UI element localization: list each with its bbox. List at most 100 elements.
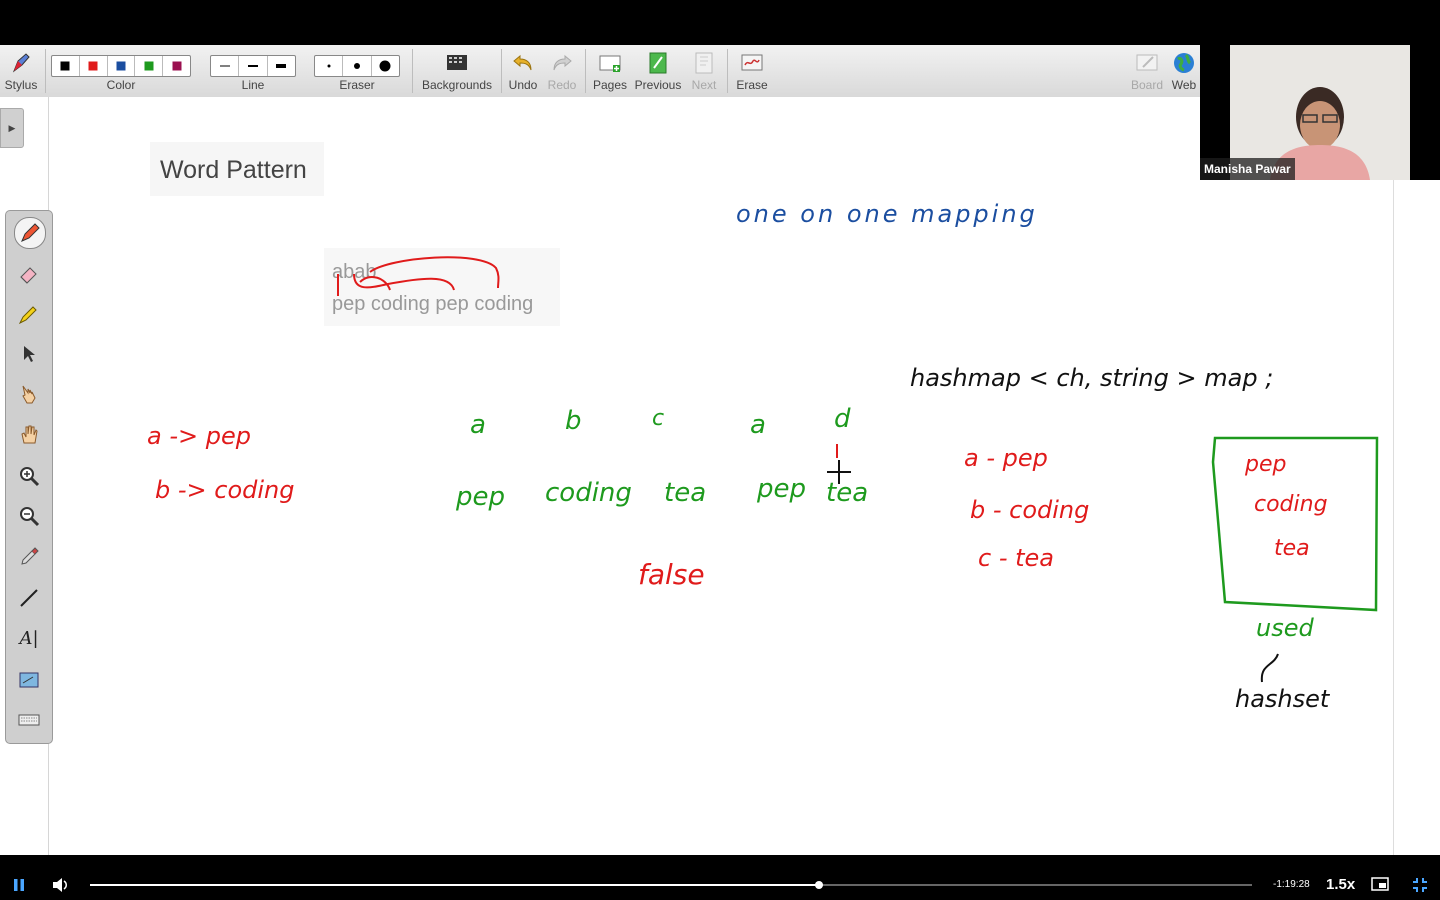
next-page-icon	[695, 52, 713, 74]
zoom-in-tool[interactable]	[14, 461, 44, 491]
pointer-hand-tool[interactable]	[14, 379, 44, 409]
line-tool[interactable]	[14, 583, 44, 613]
select-tool[interactable]	[14, 339, 44, 369]
highlighter-tool[interactable]	[14, 299, 44, 329]
color-picker[interactable]	[51, 55, 191, 77]
keyboard-icon	[18, 714, 40, 726]
previous-button[interactable]: Previous	[632, 45, 684, 97]
separator	[412, 49, 413, 93]
pan-hand-tool[interactable]	[14, 419, 44, 449]
redo-button[interactable]: Redo	[543, 45, 581, 97]
pattern-letter-2: b	[565, 406, 582, 436]
set-label-ink: used	[1256, 614, 1314, 642]
pen-icon	[21, 223, 40, 242]
board-label: Board	[1130, 78, 1164, 92]
mapping-note-ink: one on one mapping	[736, 200, 1038, 228]
eraser-size-picker[interactable]	[314, 55, 400, 77]
color-blue[interactable]	[108, 56, 136, 76]
set-type-arrow-ink	[1260, 653, 1279, 683]
pointing-hand-icon	[22, 385, 36, 404]
color-red[interactable]	[80, 56, 108, 76]
pages-label: Pages	[592, 78, 628, 92]
set-item-3: tea	[1274, 536, 1310, 561]
highlighter-icon	[18, 306, 37, 325]
pages-button[interactable]: Pages	[590, 45, 630, 97]
right-margin	[1393, 180, 1440, 855]
playback-speed-button[interactable]: 1.5x	[1326, 876, 1355, 893]
map-declaration-ink: hashmap < ch, string > map ;	[910, 364, 1274, 392]
eraser-small[interactable]	[315, 56, 344, 76]
set-type-ink: hashset	[1235, 685, 1330, 713]
redo-icon	[553, 54, 572, 71]
pattern-letter-5: d	[834, 404, 851, 434]
set-item-1: pep	[1245, 452, 1287, 477]
pause-button[interactable]	[12, 878, 26, 897]
backgrounds-icon	[447, 55, 467, 70]
pages-icon	[599, 55, 621, 72]
eraser-large[interactable]	[372, 56, 399, 76]
right-map-c-ink: c - tea	[978, 544, 1054, 572]
zoom-out-tool[interactable]	[14, 501, 44, 531]
color-black[interactable]	[52, 56, 80, 76]
separator	[585, 49, 586, 93]
volume-button[interactable]	[52, 877, 70, 898]
undo-button[interactable]: Undo	[504, 45, 542, 97]
undo-label: Undo	[508, 78, 538, 92]
keyboard-tool[interactable]	[14, 705, 44, 735]
time-remaining: -1:19:28	[1273, 879, 1310, 890]
picture-in-picture-button[interactable]	[1371, 877, 1389, 896]
progress-scrubber[interactable]	[815, 881, 823, 889]
pattern-word-1: pep	[456, 482, 506, 512]
exit-fullscreen-icon	[1413, 878, 1427, 892]
erase-button[interactable]: Erase	[732, 45, 772, 97]
stylus-button[interactable]: Stylus	[0, 45, 42, 97]
set-item-2: coding	[1254, 492, 1328, 517]
pattern-letter-3: c	[652, 406, 665, 431]
previous-label: Previous	[634, 78, 682, 92]
speaker-icon	[53, 878, 67, 892]
left-map-b-ink: b -> coding	[155, 476, 295, 504]
board-button[interactable]: Board	[1128, 45, 1166, 97]
separator	[45, 49, 46, 93]
line-label: Line	[241, 78, 265, 92]
eraser-icon	[20, 267, 37, 284]
stylus-icon	[12, 53, 30, 73]
exit-fullscreen-button[interactable]	[1412, 877, 1428, 898]
problem-title-card: Word Pattern	[150, 142, 324, 196]
right-map-b-ink: b - coding	[970, 496, 1090, 524]
pattern-word-4: pep	[757, 474, 807, 504]
line-medium[interactable]	[239, 56, 268, 76]
pen-tool[interactable]	[14, 217, 46, 249]
backgrounds-label: Backgrounds	[421, 78, 493, 92]
pattern-word-2: coding	[545, 478, 632, 508]
web-button[interactable]: Web	[1168, 45, 1200, 97]
example-arrows-ink	[337, 256, 500, 296]
color-group: Color	[50, 45, 192, 97]
line-thin[interactable]	[211, 56, 240, 76]
redo-label: Redo	[547, 78, 577, 92]
next-button[interactable]: Next	[686, 45, 722, 97]
line-width-picker[interactable]	[210, 55, 296, 77]
line-thick[interactable]	[268, 56, 295, 76]
presenter-name: Manisha Pawar	[1200, 158, 1295, 180]
right-map-a-ink: a - pep	[964, 444, 1048, 472]
erase-icon	[741, 54, 763, 71]
zoom-out-icon	[20, 507, 40, 527]
screen-capture-icon	[19, 672, 39, 688]
left-map-a-ink: a -> pep	[147, 422, 251, 450]
next-label: Next	[691, 78, 717, 92]
color-green[interactable]	[135, 56, 164, 76]
webcam-overlay: Manisha Pawar	[1200, 45, 1410, 180]
stylus-label: Stylus	[4, 78, 38, 92]
eraser-medium[interactable]	[343, 56, 372, 76]
screen-capture-tool[interactable]	[14, 665, 44, 695]
color-picker-tool[interactable]	[14, 541, 44, 571]
backgrounds-button[interactable]: Backgrounds	[418, 45, 496, 97]
video-player-bar	[0, 855, 1440, 900]
result-ink: false	[638, 558, 705, 591]
undo-icon	[513, 54, 532, 71]
eraser-tool[interactable]	[14, 259, 44, 289]
color-maroon[interactable]	[163, 56, 190, 76]
text-tool[interactable]: A|	[14, 623, 44, 653]
toolbox-collapse-tab[interactable]: ▶	[0, 108, 24, 148]
